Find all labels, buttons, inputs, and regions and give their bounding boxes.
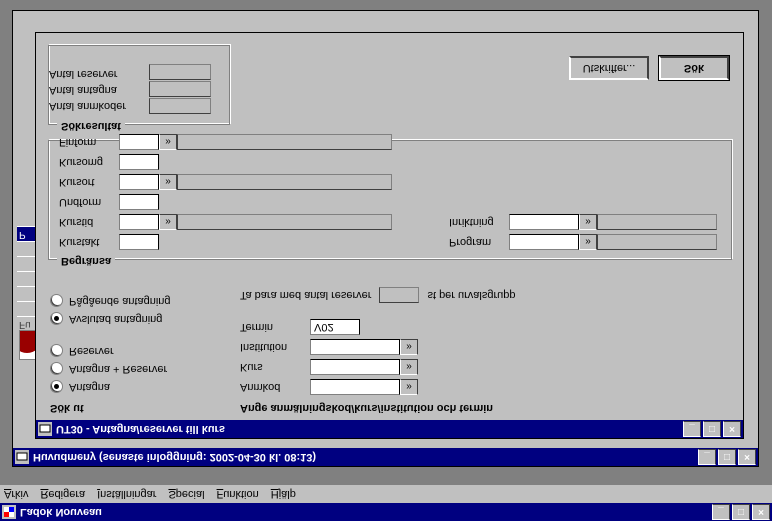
picker-kurs[interactable]: » bbox=[400, 359, 418, 375]
label-undform: Undform bbox=[59, 196, 119, 208]
label-anmkod: Anmkod bbox=[240, 381, 310, 393]
picker-program[interactable]: » bbox=[579, 234, 597, 250]
radio-reserver[interactable]: Reserver bbox=[50, 342, 230, 360]
app-maximize-button[interactable]: □ bbox=[732, 504, 750, 520]
picker-institution[interactable]: » bbox=[400, 339, 418, 355]
picker-finform[interactable]: » bbox=[159, 134, 177, 150]
label-institution: Institution bbox=[240, 341, 310, 353]
ut30-title: UT30 - Antagna/reserver till kurs bbox=[56, 423, 225, 435]
label-antal-antagna: Antal antagna bbox=[49, 82, 126, 98]
input-tabara-count[interactable] bbox=[379, 287, 419, 303]
menu-funktion[interactable]: Funktion bbox=[217, 488, 259, 500]
app-icon bbox=[2, 505, 16, 519]
utskrifter-button[interactable]: Utskrifter... bbox=[569, 56, 649, 80]
output-antal-reserver bbox=[149, 64, 211, 80]
ut30-maximize-button[interactable]: □ bbox=[703, 421, 721, 437]
label-kurstid: Kurstid bbox=[59, 216, 119, 228]
ange-header: Ange anmälningskod/kurs/institution och … bbox=[240, 402, 730, 414]
sok-button[interactable]: Sök bbox=[659, 56, 729, 80]
label-kurs: Kurs bbox=[240, 361, 310, 373]
groupbox-begransa: Begränsa Kurstakt Kurstid» Undform Kurso… bbox=[48, 140, 732, 260]
menu-hjalp[interactable]: Hjälp bbox=[271, 488, 296, 500]
display-program bbox=[597, 234, 717, 250]
label-tabara-suffix: st per urvalsgrupp bbox=[427, 289, 515, 301]
output-antal-antagna bbox=[149, 81, 211, 97]
label-antal-anmkoder: Antal anmkoder bbox=[49, 98, 126, 114]
radio-antagna[interactable]: Antagna bbox=[50, 378, 230, 396]
menu-arkiv[interactable]: Arkiv bbox=[4, 488, 28, 500]
label-kurstakt: Kurstakt bbox=[59, 236, 119, 248]
window-icon bbox=[15, 450, 29, 464]
menu-redigera[interactable]: Redigera bbox=[40, 488, 85, 500]
menu-installningar[interactable]: Inställningar bbox=[97, 488, 156, 500]
ut30-titlebar: UT30 - Antagna/reserver till kurs _ □ × bbox=[36, 420, 743, 438]
label-inriktning: Inriktning bbox=[449, 216, 509, 228]
display-inriktning bbox=[597, 214, 717, 230]
window-ut30: UT30 - Antagna/reserver till kurs _ □ × … bbox=[35, 32, 744, 439]
display-kurstid bbox=[177, 214, 392, 230]
label-termin: Termin bbox=[240, 321, 310, 333]
input-termin[interactable]: V02 bbox=[310, 319, 360, 335]
input-kurstid[interactable] bbox=[119, 214, 159, 230]
picker-anmkod[interactable]: » bbox=[400, 379, 418, 395]
picker-kurstid[interactable]: » bbox=[159, 214, 177, 230]
input-kursort[interactable] bbox=[119, 174, 159, 190]
input-anmkod[interactable] bbox=[310, 379, 400, 395]
picker-kursort[interactable]: » bbox=[159, 174, 177, 190]
input-kurstakt[interactable] bbox=[119, 234, 159, 250]
input-kursomg[interactable] bbox=[119, 154, 159, 170]
app-minimize-button[interactable]: _ bbox=[712, 504, 730, 520]
display-kursort bbox=[177, 174, 392, 190]
ut30-minimize-button[interactable]: _ bbox=[683, 421, 701, 437]
menubar: Arkiv Redigera Inställningar Special Fun… bbox=[0, 485, 772, 503]
ut30-close-button[interactable]: × bbox=[723, 421, 741, 437]
sok-ut-header: Sök ut bbox=[50, 402, 230, 414]
input-program[interactable] bbox=[509, 234, 579, 250]
huvudmeny-minimize-button[interactable]: _ bbox=[698, 449, 716, 465]
huvudmeny-maximize-button[interactable]: □ bbox=[718, 449, 736, 465]
output-antal-anmkoder bbox=[149, 98, 211, 114]
legend-sokresultat: Sökresultat bbox=[57, 120, 125, 132]
input-undform[interactable] bbox=[119, 194, 159, 210]
window-icon bbox=[38, 422, 52, 436]
label-tabara: Ta bara med antal reserver bbox=[240, 289, 371, 301]
huvudmeny-titlebar: Huvudmeny (senaste inloggning: 2002-04-3… bbox=[13, 448, 758, 466]
label-finform: Finform bbox=[59, 136, 119, 148]
label-kursort: Kursort bbox=[59, 176, 119, 188]
radio-avslutad[interactable]: Avslutad antagning bbox=[50, 310, 230, 328]
label-program: Program bbox=[449, 236, 509, 248]
app-title: Ladok Nouveau bbox=[20, 506, 102, 518]
display-finform bbox=[177, 134, 392, 150]
input-finform[interactable] bbox=[119, 134, 159, 150]
huvudmeny-close-button[interactable]: × bbox=[738, 449, 756, 465]
input-inriktning[interactable] bbox=[509, 214, 579, 230]
app-close-button[interactable]: × bbox=[752, 504, 770, 520]
label-kursomg: Kursomg bbox=[59, 156, 119, 168]
menu-special[interactable]: Special bbox=[168, 488, 204, 500]
radio-antagna-reserver[interactable]: Antagna + Reserver bbox=[50, 360, 230, 378]
input-institution[interactable] bbox=[310, 339, 400, 355]
groupbox-sokresultat: Sökresultat Antal anmkoder Antal antagna… bbox=[48, 45, 230, 125]
mdi-area: Huvudmeny (senaste inloggning: 2002-04-3… bbox=[0, 0, 772, 485]
app-titlebar: Ladok Nouveau _ □ × bbox=[0, 503, 772, 521]
picker-inriktning[interactable]: » bbox=[579, 214, 597, 230]
radio-pagaende[interactable]: Pågående antagning bbox=[50, 292, 230, 310]
legend-begransa: Begränsa bbox=[57, 255, 115, 267]
label-antal-reserver: Antal reserver bbox=[49, 66, 126, 82]
huvudmeny-title: Huvudmeny (senaste inloggning: 2002-04-3… bbox=[33, 451, 316, 463]
input-kurs[interactable] bbox=[310, 359, 400, 375]
